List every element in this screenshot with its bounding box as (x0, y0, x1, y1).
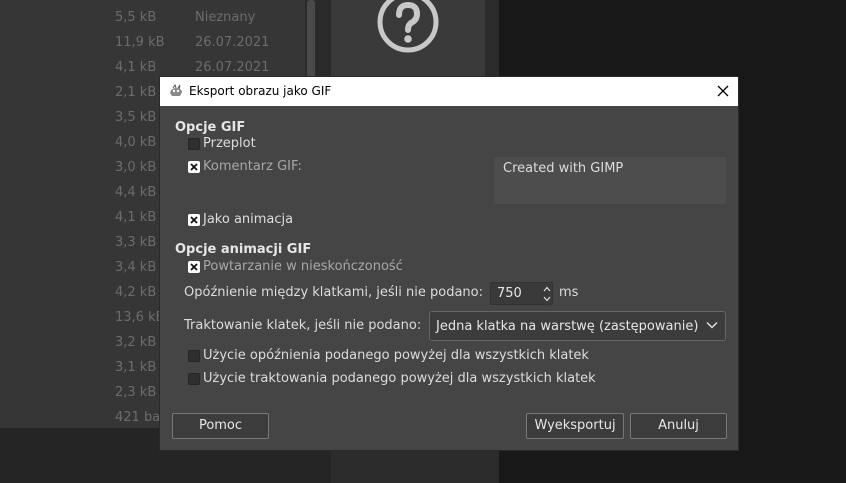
file-size: 3,1 kB (115, 360, 157, 375)
help-button[interactable]: Pomoc (172, 413, 269, 439)
loop-forever-label: Powtarzanie w nieskończoność (203, 259, 403, 274)
use-disposal-all-label: Użycie traktowania podanego powyżej dla … (203, 371, 596, 386)
file-size: 4,4 kB (115, 185, 157, 200)
file-size: 3,5 kB (115, 110, 157, 125)
file-date: Nieznany (195, 10, 256, 25)
file-size: 5,5 kB (115, 10, 157, 25)
close-icon (717, 85, 729, 97)
cancel-button[interactable]: Anuluj (630, 413, 727, 439)
file-date: 26.07.2021 (195, 35, 270, 50)
file-size: 11,9 kB (115, 35, 165, 50)
as-animation-checkbox[interactable]: Jako animacja (188, 212, 328, 230)
disposal-dropdown[interactable]: Jedna klatka na warstwę (zastępowanie) (429, 311, 726, 341)
file-size: 4,2 kB (115, 285, 157, 300)
dialog-title: Eksport obrazu jako GIF (189, 84, 332, 98)
checkbox-checked[interactable] (188, 161, 200, 173)
animation-options-heading: Opcje animacji GIF (175, 242, 312, 257)
delay-label: Opóźnienie między klatkami, jeśli nie po… (184, 285, 483, 300)
preview-thumbnail (331, 0, 485, 76)
file-row[interactable]: 4,1 kB 26.07.2021 (0, 50, 305, 75)
gif-comment-text: Created with GIMP (503, 161, 624, 176)
export-gif-dialog: Eksport obrazu jako GIF Opcje GIF Przepl… (159, 76, 739, 451)
loop-forever-checkbox[interactable]: Powtarzanie w nieskończoność (188, 259, 418, 277)
gif-options-heading: Opcje GIF (175, 120, 246, 135)
file-date: 26.07.2021 (195, 60, 270, 75)
check-mark-icon (190, 216, 198, 224)
file-size: 2,1 kB (115, 85, 157, 100)
gif-comment-textarea[interactable]: Created with GIMP (494, 157, 726, 204)
checkbox-unchecked[interactable] (188, 373, 200, 385)
dialog-titlebar[interactable]: Eksport obrazu jako GIF (160, 77, 738, 106)
chevron-down-icon (706, 321, 718, 329)
file-row[interactable]: 11,9 kB 26.07.2021 (0, 25, 305, 50)
file-size: 4,0 kB (115, 135, 157, 150)
interlace-label: Przeplot (203, 136, 256, 151)
delay-unit: ms (559, 285, 579, 300)
chevron-up-icon (543, 286, 551, 292)
checkbox-checked[interactable] (188, 261, 200, 273)
close-button[interactable] (712, 80, 734, 102)
question-mark-icon (377, 0, 439, 53)
check-mark-icon (190, 163, 198, 171)
scrollbar-thumb[interactable] (307, 0, 315, 80)
gif-comment-label: Komentarz GIF: (203, 159, 302, 174)
use-disposal-all-checkbox[interactable]: Użycie traktowania podanego powyżej dla … (188, 371, 628, 389)
file-size: 3,0 kB (115, 160, 157, 175)
file-size: 4,1 kB (115, 60, 157, 75)
file-size: 3,4 kB (115, 260, 157, 275)
file-size: 3,2 kB (115, 335, 157, 350)
gimp-wilber-icon (170, 84, 182, 96)
chevron-down-icon (543, 296, 551, 302)
disposal-label: Traktowanie klatek, jeśli nie podano: (184, 318, 422, 333)
file-size: 3,3 kB (115, 235, 157, 250)
spin-down-button[interactable] (541, 294, 553, 304)
disposal-selected-value: Jedna klatka na warstwę (zastępowanie) (436, 319, 699, 334)
file-size: 4,1 kB (115, 210, 157, 225)
file-size: 2,3 kB (115, 385, 157, 400)
spin-up-button[interactable] (541, 284, 553, 294)
file-size: 421 ba (115, 410, 161, 425)
gif-comment-checkbox[interactable]: Komentarz GIF: (188, 159, 338, 177)
delay-value[interactable]: 750 (497, 286, 522, 301)
check-mark-icon (190, 263, 198, 271)
use-delay-all-label: Użycie opóźnienia podanego powyżej dla w… (203, 348, 589, 363)
checkbox-unchecked[interactable] (188, 350, 200, 362)
interlace-checkbox[interactable]: Przeplot (188, 136, 308, 154)
export-button[interactable]: Wyeksportuj (526, 413, 624, 439)
file-row[interactable]: 5,5 kB Nieznany (0, 0, 305, 25)
use-delay-all-checkbox[interactable]: Użycie opóźnienia podanego powyżej dla w… (188, 348, 628, 366)
as-animation-label: Jako animacja (203, 212, 294, 227)
checkbox-unchecked[interactable] (188, 138, 200, 150)
delay-spinbutton[interactable]: 750 (490, 282, 553, 305)
file-size: 13,6 kB (115, 310, 165, 325)
checkbox-checked[interactable] (188, 214, 200, 226)
